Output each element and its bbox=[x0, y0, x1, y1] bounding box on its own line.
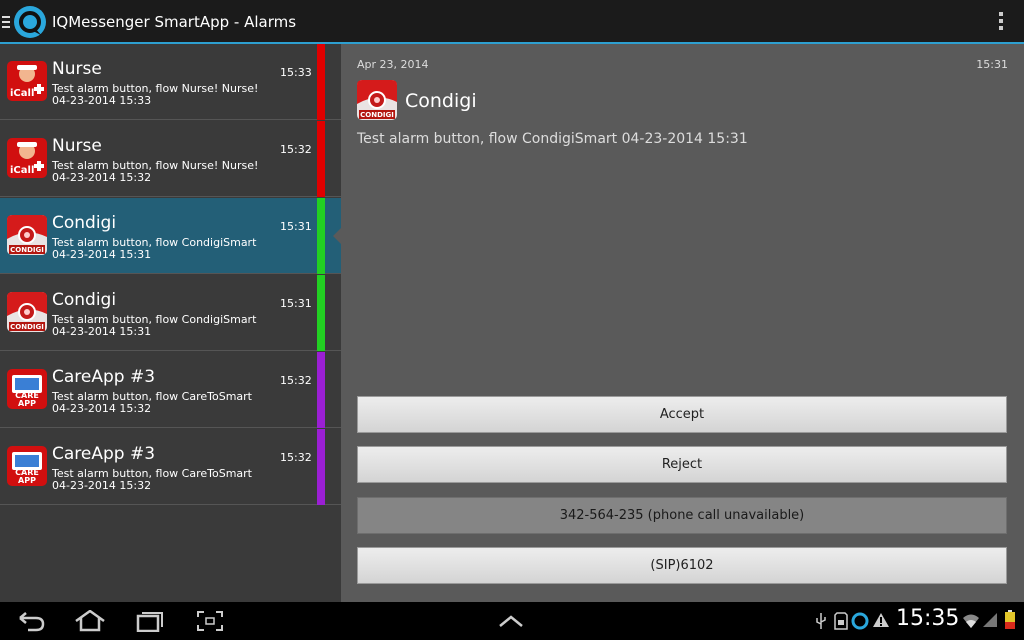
alarm-timestamp: 04-23-2014 15:31 bbox=[52, 325, 152, 338]
alarm-timestamp: 04-23-2014 15:31 bbox=[52, 248, 152, 261]
priority-color-bar bbox=[317, 352, 325, 428]
alarm-list-item[interactable]: CARE APP CareApp #3 15:32 Test alarm but… bbox=[0, 352, 341, 428]
alarm-title: Condigi bbox=[52, 290, 117, 310]
condigi-label: CONDIGI bbox=[10, 323, 44, 331]
condigi-label: CONDIGI bbox=[10, 246, 44, 254]
signal-icon bbox=[983, 613, 997, 627]
priority-color-bar bbox=[317, 198, 325, 274]
recent-apps-icon[interactable] bbox=[136, 610, 164, 632]
alarm-time: 15:32 bbox=[280, 143, 312, 156]
alarm-list-item[interactable]: CARE APP CareApp #3 15:32 Test alarm but… bbox=[0, 429, 341, 505]
alarm-time: 15:33 bbox=[280, 66, 312, 79]
alarm-message: Test alarm button, flow CondigiSmart 04-… bbox=[52, 237, 256, 261]
condigi-icon: CONDIGI bbox=[7, 292, 47, 332]
priority-color-bar bbox=[317, 44, 325, 120]
alarm-time: 15:32 bbox=[280, 451, 312, 464]
icall-label: iCall bbox=[10, 88, 34, 99]
alarm-list-item[interactable]: iCall Nurse 15:32 Test alarm button, flo… bbox=[0, 121, 341, 197]
overflow-menu-icon[interactable] bbox=[998, 12, 1004, 32]
priority-color-bar bbox=[317, 275, 325, 351]
app-label: APP bbox=[18, 476, 36, 485]
app-status-icon bbox=[851, 612, 869, 630]
alarm-list-item[interactable]: iCall Nurse 15:33 Test alarm button, flo… bbox=[0, 44, 341, 120]
alarm-detail-pane: Apr 23, 2014 15:31 CONDIGI Condigi Test … bbox=[341, 44, 1024, 602]
status-clock: 15:35 bbox=[896, 606, 960, 631]
alarm-timestamp: 04-23-2014 15:32 bbox=[52, 402, 152, 415]
phone-call-button[interactable]: 342-564-235 (phone call unavailable) bbox=[357, 497, 1007, 534]
icall-icon: iCall bbox=[7, 138, 47, 178]
warning-icon bbox=[873, 613, 889, 627]
alarm-message: Test alarm button, flow CareToSmart 04-2… bbox=[52, 468, 252, 492]
alarm-timestamp: 04-23-2014 15:32 bbox=[52, 479, 152, 492]
condigi-icon: CONDIGI bbox=[357, 80, 397, 120]
detail-date: Apr 23, 2014 bbox=[357, 58, 429, 71]
alarm-title: Nurse bbox=[52, 136, 102, 156]
back-icon[interactable] bbox=[16, 610, 46, 632]
priority-color-bar bbox=[317, 121, 325, 197]
alarm-list-item[interactable]: CONDIGI Condigi 15:31 Test alarm button,… bbox=[0, 275, 341, 351]
screenshot-icon[interactable] bbox=[196, 610, 224, 632]
detail-message: Test alarm button, flow CondigiSmart 04-… bbox=[357, 131, 748, 147]
up-arrow-icon[interactable] bbox=[498, 614, 524, 628]
app-label: APP bbox=[18, 399, 36, 408]
alarm-message: Test alarm button, flow CareToSmart 04-2… bbox=[52, 391, 252, 415]
usb-icon bbox=[816, 613, 826, 629]
careapp-icon: CARE APP bbox=[7, 369, 47, 409]
alarm-title: CareApp #3 bbox=[52, 444, 156, 464]
system-bar: 15:35 bbox=[0, 602, 1024, 640]
alarm-list-item-selected[interactable]: CONDIGI Condigi 15:31 Test alarm button,… bbox=[0, 198, 341, 274]
icall-icon: iCall bbox=[7, 61, 47, 101]
alarm-time: 15:31 bbox=[280, 297, 312, 310]
sip-call-button[interactable]: (SIP)6102 bbox=[357, 547, 1007, 584]
battery-icon bbox=[1005, 610, 1015, 629]
app-title: IQMessenger SmartApp - Alarms bbox=[52, 13, 297, 31]
alarm-title: Condigi bbox=[52, 213, 117, 233]
accept-button[interactable]: Accept bbox=[357, 396, 1007, 433]
careapp-icon: CARE APP bbox=[7, 446, 47, 486]
alarm-title: CareApp #3 bbox=[52, 367, 156, 387]
sd-card-icon bbox=[834, 612, 848, 630]
alarm-message: Test alarm button, flow Nurse! Nurse! 04… bbox=[52, 160, 258, 184]
detail-title: Condigi bbox=[405, 90, 477, 112]
wifi-icon bbox=[963, 614, 979, 628]
alarm-timestamp: 04-23-2014 15:32 bbox=[52, 171, 152, 184]
detail-time: 15:31 bbox=[976, 58, 1008, 71]
alarm-list: iCall Nurse 15:33 Test alarm button, flo… bbox=[0, 44, 341, 602]
condigi-icon: CONDIGI bbox=[7, 215, 47, 255]
alarm-time: 15:31 bbox=[280, 220, 312, 233]
icall-label: iCall bbox=[10, 165, 34, 176]
alarm-time: 15:32 bbox=[280, 374, 312, 387]
alarm-timestamp: 04-23-2014 15:33 bbox=[52, 94, 152, 107]
home-icon[interactable] bbox=[74, 610, 106, 632]
reject-button[interactable]: Reject bbox=[357, 446, 1007, 483]
action-bar: IQMessenger SmartApp - Alarms bbox=[0, 0, 1024, 44]
alarm-title: Nurse bbox=[52, 59, 102, 79]
alarm-message: Test alarm button, flow CondigiSmart 04-… bbox=[52, 314, 256, 338]
up-menu-icon[interactable] bbox=[2, 16, 10, 28]
alarm-message: Test alarm button, flow Nurse! Nurse! 04… bbox=[52, 83, 258, 107]
priority-color-bar bbox=[317, 429, 325, 505]
app-logo-icon[interactable] bbox=[12, 4, 48, 40]
condigi-label: CONDIGI bbox=[360, 111, 394, 119]
